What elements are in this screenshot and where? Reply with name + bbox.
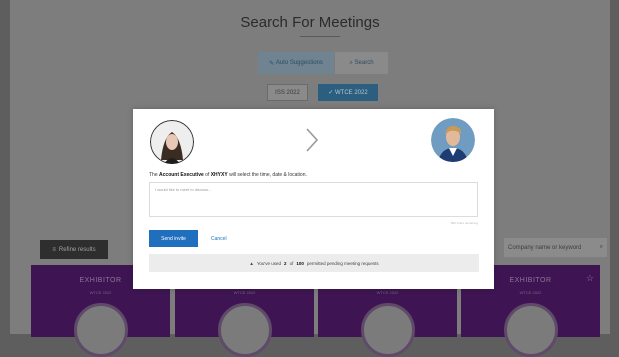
request-limit-notice: ▲ You've used 2 of 100 permitted pending… xyxy=(149,254,479,272)
search-label: Search xyxy=(354,60,374,66)
card-event: WTCE 2022 xyxy=(233,290,256,295)
limit-count: 100 xyxy=(296,260,304,266)
role: Account Executive xyxy=(159,172,204,178)
keyword-placeholder: Company name or keyword xyxy=(508,244,582,251)
company: XHYXY xyxy=(210,172,228,178)
title-underline xyxy=(300,36,340,37)
auto-suggestions-tab[interactable]: ✎ Auto Suggestions xyxy=(258,52,334,74)
keyword-search-input[interactable]: Company name or keyword ⌕ xyxy=(504,238,607,257)
filter-icon: ≡ xyxy=(52,246,56,253)
auto-suggestions-label: Auto Suggestions xyxy=(275,60,323,66)
meeting-intro-text: The Account Executive of XHYXY will sele… xyxy=(149,172,307,178)
check-icon: ✓ xyxy=(328,90,334,96)
avatar xyxy=(503,303,558,357)
event-filter-label: WTCE 2022 xyxy=(335,89,368,96)
chevron-right-icon xyxy=(306,128,319,152)
event-filter-wtce[interactable]: ✓ WTCE 2022 xyxy=(318,84,378,101)
card-event: WTCE 2022 xyxy=(519,290,542,295)
refine-label: Refine results xyxy=(58,246,96,253)
message-placeholder: I would like to meet to discuss... xyxy=(155,187,212,192)
avatar xyxy=(217,303,272,357)
avatar xyxy=(73,303,128,357)
star-icon[interactable]: ☆ xyxy=(586,273,594,284)
card-event: WTCE 2022 xyxy=(376,290,399,295)
page-title: Search For Meetings xyxy=(240,14,380,31)
search-icon: ⌕ xyxy=(599,244,603,250)
event-filter-iss[interactable]: ISS 2022 xyxy=(267,84,308,101)
send-invite-button[interactable]: Send invite xyxy=(149,230,198,247)
used-count: 2 xyxy=(284,260,287,266)
avatar xyxy=(360,303,415,357)
char-count: 500 chars remaining xyxy=(450,221,478,225)
recipient-avatar xyxy=(431,118,475,162)
refine-results-button[interactable]: ≡ Refine results xyxy=(40,240,108,259)
cancel-link[interactable]: Cancel xyxy=(211,236,227,242)
event-filter-label: ISS 2022 xyxy=(275,89,300,96)
search-tab[interactable]: ⌕ Search xyxy=(335,52,388,74)
requester-avatar xyxy=(150,120,194,164)
meeting-request-modal: The Account Executive of XHYXY will sele… xyxy=(133,109,494,289)
warning-icon: ▲ xyxy=(249,260,254,266)
search-icon: ⌕ xyxy=(349,59,353,66)
message-textarea[interactable]: I would like to meet to discuss... xyxy=(149,182,478,217)
card-event: WTCE 2022 xyxy=(89,290,112,295)
wand-icon: ✎ xyxy=(269,60,275,67)
